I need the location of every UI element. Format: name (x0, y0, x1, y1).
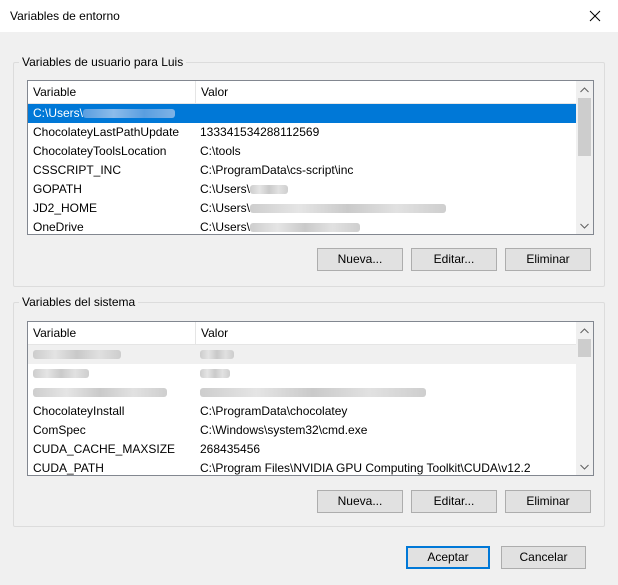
column-header-value[interactable]: Valor (196, 81, 576, 103)
scroll-down-button[interactable] (576, 458, 593, 475)
variable-name: CUDA_CACHE_MAXSIZE (33, 442, 176, 456)
variable-value: C:\Users\ (200, 182, 251, 196)
vertical-scrollbar[interactable] (576, 81, 593, 234)
scroll-thumb[interactable] (578, 339, 591, 357)
variable-value: C:\ProgramData\cs-script\inc (200, 163, 354, 177)
ok-button[interactable]: Aceptar (406, 546, 490, 569)
cancel-button[interactable]: Cancelar (501, 546, 586, 569)
variable-name: OneDrive (33, 220, 84, 234)
list-header: Variable Valor (28, 81, 576, 104)
column-header-value[interactable]: Valor (196, 322, 576, 344)
redacted-text (250, 185, 289, 195)
scroll-up-button[interactable] (576, 322, 593, 339)
system-variables-list[interactable]: Variable Valor ChocolateyInstall C:\Prog… (27, 321, 594, 476)
chevron-up-icon (580, 86, 589, 92)
variable-name: ComSpec (33, 423, 86, 437)
table-row[interactable]: GOPATH C:\Users\ (28, 180, 576, 199)
variable-name: ChocolateyLastPathUpdate (33, 125, 180, 139)
table-row[interactable]: ChocolateyLastPathUpdate 133341534288112… (28, 123, 576, 142)
user-edit-button[interactable]: Editar... (411, 248, 497, 271)
table-row[interactable]: ChocolateyInstall C:\ProgramData\chocola… (28, 402, 576, 421)
vertical-scrollbar[interactable] (576, 322, 593, 475)
column-header-variable[interactable]: Variable (28, 81, 196, 103)
variable-name: CUDA_PATH (33, 461, 104, 475)
chevron-up-icon (580, 327, 589, 333)
table-row[interactable]: JD2_HOME C:\Users\ (28, 199, 576, 218)
system-delete-button[interactable]: Eliminar (505, 490, 591, 513)
redacted-text (83, 109, 176, 119)
variable-value: C:\Program Files\NVIDIA GPU Computing To… (200, 461, 531, 475)
column-header-variable[interactable]: Variable (28, 322, 196, 344)
close-icon (589, 10, 601, 22)
chevron-down-icon (580, 223, 589, 229)
title-bar: Variables de entorno (0, 0, 618, 32)
scroll-down-button[interactable] (576, 217, 593, 234)
variable-value (200, 104, 574, 123)
user-new-button[interactable]: Nueva... (317, 248, 403, 271)
table-row[interactable]: CSSCRIPT_INC C:\ProgramData\cs-script\in… (28, 161, 576, 180)
variable-value: C:\Users\ (200, 220, 251, 234)
variable-name: CSSCRIPT_INC (33, 163, 122, 177)
user-variables-list[interactable]: Variable Valor C:\Users\ ChocolateyLastP… (27, 80, 594, 235)
redacted-text (200, 350, 234, 360)
table-row[interactable] (28, 364, 576, 383)
scroll-thumb[interactable] (578, 98, 591, 156)
variable-name: GOPATH (33, 182, 82, 196)
redacted-text (200, 388, 426, 398)
table-row[interactable] (28, 383, 576, 402)
variable-value: C:\ProgramData\chocolatey (200, 404, 348, 418)
redacted-text (33, 388, 167, 398)
table-row[interactable]: CUDA_PATH C:\Program Files\NVIDIA GPU Co… (28, 459, 576, 475)
system-variables-label: Variables del sistema (19, 295, 139, 309)
variable-name: ChocolateyToolsLocation (33, 144, 167, 158)
variable-value: 133341534288112569 (200, 125, 320, 139)
user-variables-label: Variables de usuario para Luis (19, 55, 187, 69)
table-row[interactable] (28, 345, 576, 364)
user-delete-button[interactable]: Eliminar (505, 248, 591, 271)
redacted-text (200, 369, 230, 379)
table-row[interactable]: CUDA_CACHE_MAXSIZE 268435456 (28, 440, 576, 459)
table-row[interactable]: ComSpec C:\Windows\system32\cmd.exe (28, 421, 576, 440)
redacted-text (250, 204, 447, 214)
variable-name: ChocolateyInstall (33, 404, 125, 418)
variable-value: C:\Users\ (200, 201, 251, 215)
redacted-text (250, 223, 361, 233)
variable-name: JD2_HOME (33, 201, 98, 215)
table-row[interactable]: OneDrive C:\Users\ (28, 218, 576, 234)
variable-value: C:\tools (200, 144, 241, 158)
system-new-button[interactable]: Nueva... (317, 490, 403, 513)
system-edit-button[interactable]: Editar... (411, 490, 497, 513)
table-row[interactable]: C:\Users\ (28, 104, 576, 123)
redacted-text (33, 369, 89, 379)
chevron-down-icon (580, 464, 589, 470)
variable-name: C:\Users\ (33, 106, 84, 120)
variable-value: C:\Windows\system32\cmd.exe (200, 423, 368, 437)
window-title: Variables de entorno (10, 9, 120, 23)
close-button[interactable] (572, 0, 618, 32)
list-header: Variable Valor (28, 322, 576, 345)
redacted-text (33, 350, 121, 360)
scroll-up-button[interactable] (576, 81, 593, 98)
variable-value: 268435456 (200, 442, 261, 456)
table-row[interactable]: ChocolateyToolsLocation C:\tools (28, 142, 576, 161)
